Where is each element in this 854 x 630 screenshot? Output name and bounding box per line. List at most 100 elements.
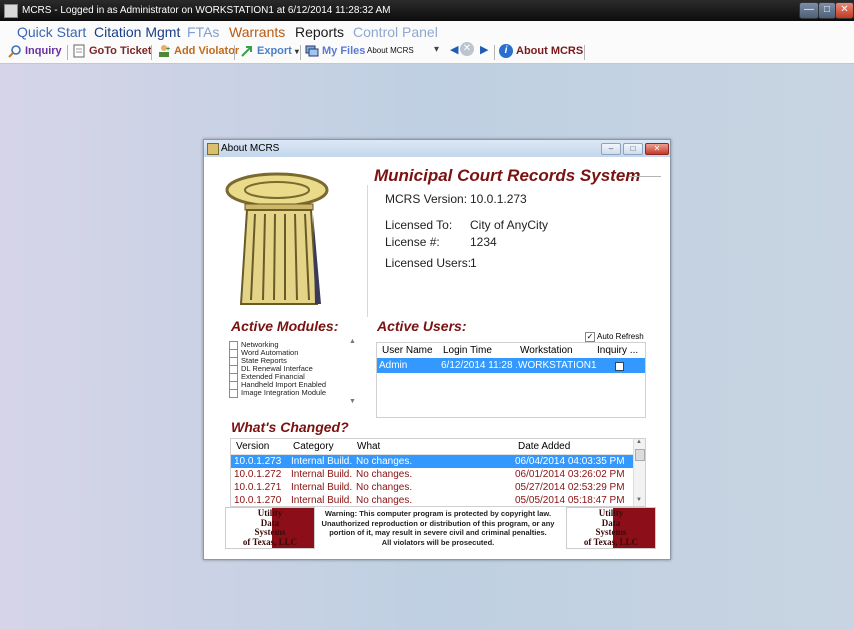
back-arrow-icon[interactable]: ◀: [450, 43, 458, 56]
export-icon: [241, 46, 252, 57]
active-modules-heading: Active Modules:: [231, 318, 339, 334]
document-icon: [73, 44, 85, 58]
add-person-icon: +: [159, 45, 170, 57]
changes-table: Version Category What Date Added 10.0.1.…: [230, 438, 646, 507]
col-header-workstation[interactable]: Workstation: [520, 345, 573, 356]
what-cell: No changes.: [356, 495, 413, 506]
maximize-button[interactable]: □: [818, 2, 836, 19]
module-item[interactable]: Image Integration Module: [229, 388, 326, 398]
licensed-to-label: Licensed To:: [385, 218, 453, 232]
my-files-button[interactable]: My Files: [305, 44, 365, 58]
window-title: MCRS - Logged in as Administrator on WOR…: [22, 5, 391, 16]
goto-ticket-button[interactable]: GoTo Ticket: [72, 44, 152, 58]
toolbar-separator: [151, 45, 152, 60]
col-header-what[interactable]: What: [357, 441, 380, 452]
dialog-title-bar[interactable]: About MCRS – □ ✕: [204, 140, 670, 157]
window-title-bar[interactable]: MCRS - Logged in as Administrator on WOR…: [0, 0, 854, 21]
date-cell: 06/01/2014 03:26:02 PM: [515, 469, 625, 480]
modules-scroll-up-icon[interactable]: ▲: [349, 338, 356, 345]
goto-ticket-label: GoTo Ticket: [89, 45, 152, 57]
active-users-heading: Active Users:: [377, 318, 467, 334]
toolbar-separator: [234, 45, 235, 60]
license-number-label: License #:: [385, 235, 440, 249]
dialog-close-button[interactable]: ✕: [645, 143, 669, 155]
module-checkbox[interactable]: [229, 388, 238, 398]
menu-bar: Quick Start Citation Mgmt FTAs Warrants …: [0, 21, 854, 41]
licensed-users-value: 1: [470, 256, 477, 270]
toolbar-separator: [67, 45, 68, 60]
user-name-cell: Admin: [379, 360, 408, 371]
menu-ftas[interactable]: FTAs: [187, 24, 219, 40]
about-mcrs-button[interactable]: i About MCRS: [499, 44, 583, 58]
col-header-inquiry[interactable]: Inquiry ...: [597, 345, 638, 356]
table-row[interactable]: 10.0.1.272 Internal Build. No changes. 0…: [231, 468, 633, 481]
menu-quick-start[interactable]: Quick Start: [17, 24, 86, 40]
date-cell: 05/27/2014 02:53:29 PM: [515, 482, 625, 493]
col-header-date-added[interactable]: Date Added: [518, 441, 570, 452]
version-cell: 10.0.1.271: [234, 482, 282, 493]
menu-reports[interactable]: Reports: [295, 24, 344, 40]
users-table-header: User Name Login Time Workstation Inquiry…: [377, 343, 645, 359]
col-header-user-name[interactable]: User Name: [382, 345, 433, 356]
my-files-label: My Files: [322, 45, 366, 57]
history-combo[interactable]: About MCRS: [367, 46, 414, 55]
dropdown-arrow-icon: ▾: [294, 46, 299, 56]
toolbar-separator: [494, 45, 495, 60]
menu-warrants[interactable]: Warrants: [229, 24, 285, 40]
info-icon: i: [499, 44, 513, 58]
scroll-up-icon[interactable]: ▲: [636, 439, 642, 445]
date-cell: 06/04/2014 04:03:35 PM: [515, 456, 625, 467]
forward-arrow-icon[interactable]: ▶: [480, 43, 488, 56]
dialog-minimize-button[interactable]: –: [601, 143, 621, 155]
col-header-category[interactable]: Category: [293, 441, 334, 452]
category-cell: Internal Build.: [291, 456, 353, 467]
col-header-version[interactable]: Version: [236, 441, 269, 452]
inquiry-checkbox[interactable]: [615, 362, 624, 371]
magnifier-icon: [8, 45, 21, 58]
what-cell: No changes.: [356, 482, 413, 493]
about-dialog: About MCRS – □ ✕ Municipal Court Records…: [203, 139, 671, 560]
changes-scrollbar[interactable]: ▲ ▼: [633, 439, 645, 506]
licensed-users-label: Licensed Users:: [385, 256, 472, 270]
table-row[interactable]: 10.0.1.271 Internal Build. No changes. 0…: [231, 481, 633, 494]
auto-refresh-checkbox[interactable]: ✓: [585, 332, 595, 342]
table-row[interactable]: Admin 6/12/2014 11:28 ... WORKSTATION1: [377, 358, 645, 373]
toolbar: Inquiry GoTo Ticket + Add Violator Expor…: [0, 41, 854, 64]
add-violator-button[interactable]: + Add Violator: [157, 44, 239, 58]
combo-dropdown-arrow-icon[interactable]: ▾: [434, 44, 439, 55]
version-value: 10.0.1.273: [470, 192, 527, 206]
export-button[interactable]: Export ▾: [240, 44, 299, 58]
app-name-heading: Municipal Court Records System: [374, 166, 641, 185]
minimize-button[interactable]: —: [799, 2, 819, 19]
whats-changed-heading: What's Changed?: [231, 419, 349, 435]
col-header-login-time[interactable]: Login Time: [443, 345, 492, 356]
stop-icon[interactable]: ✕: [460, 42, 474, 56]
version-cell: 10.0.1.270: [234, 495, 282, 506]
column-logo-icon: [225, 172, 329, 305]
what-cell: No changes.: [356, 469, 413, 480]
add-violator-label: Add Violator: [174, 45, 240, 57]
menu-citation-mgmt[interactable]: Citation Mgmt: [94, 24, 180, 40]
heading-rule: [629, 176, 661, 177]
category-cell: Internal Build.: [291, 495, 353, 506]
modules-list[interactable]: Networking Word Automation State Reports…: [227, 338, 357, 408]
scroll-down-icon[interactable]: ▼: [636, 497, 642, 503]
category-cell: Internal Build.: [291, 469, 353, 480]
toolbar-separator: [300, 45, 301, 60]
dialog-maximize-button[interactable]: □: [623, 143, 643, 155]
licensed-to-value: City of AnyCity: [470, 218, 549, 232]
menu-control-panel[interactable]: Control Panel: [353, 24, 438, 40]
files-icon: [305, 45, 319, 57]
close-button[interactable]: ✕: [835, 2, 854, 19]
active-users-table: User Name Login Time Workstation Inquiry…: [376, 342, 646, 418]
license-number-value: 1234: [470, 235, 497, 249]
company-logo-right: Utility Data Systems of Texas, LLC: [566, 507, 656, 549]
company-logo-left: Utility Data Systems of Texas, LLC: [225, 507, 315, 549]
modules-scroll-down-icon[interactable]: ▼: [349, 398, 356, 405]
table-row[interactable]: 10.0.1.273 Internal Build. No changes. 0…: [231, 455, 633, 468]
inquiry-button[interactable]: Inquiry: [8, 44, 62, 58]
table-row[interactable]: 10.0.1.270 Internal Build. No changes. 0…: [231, 494, 633, 506]
workstation-cell: WORKSTATION1: [518, 360, 597, 371]
scroll-thumb[interactable]: [635, 449, 645, 461]
dialog-app-icon: [207, 143, 219, 155]
